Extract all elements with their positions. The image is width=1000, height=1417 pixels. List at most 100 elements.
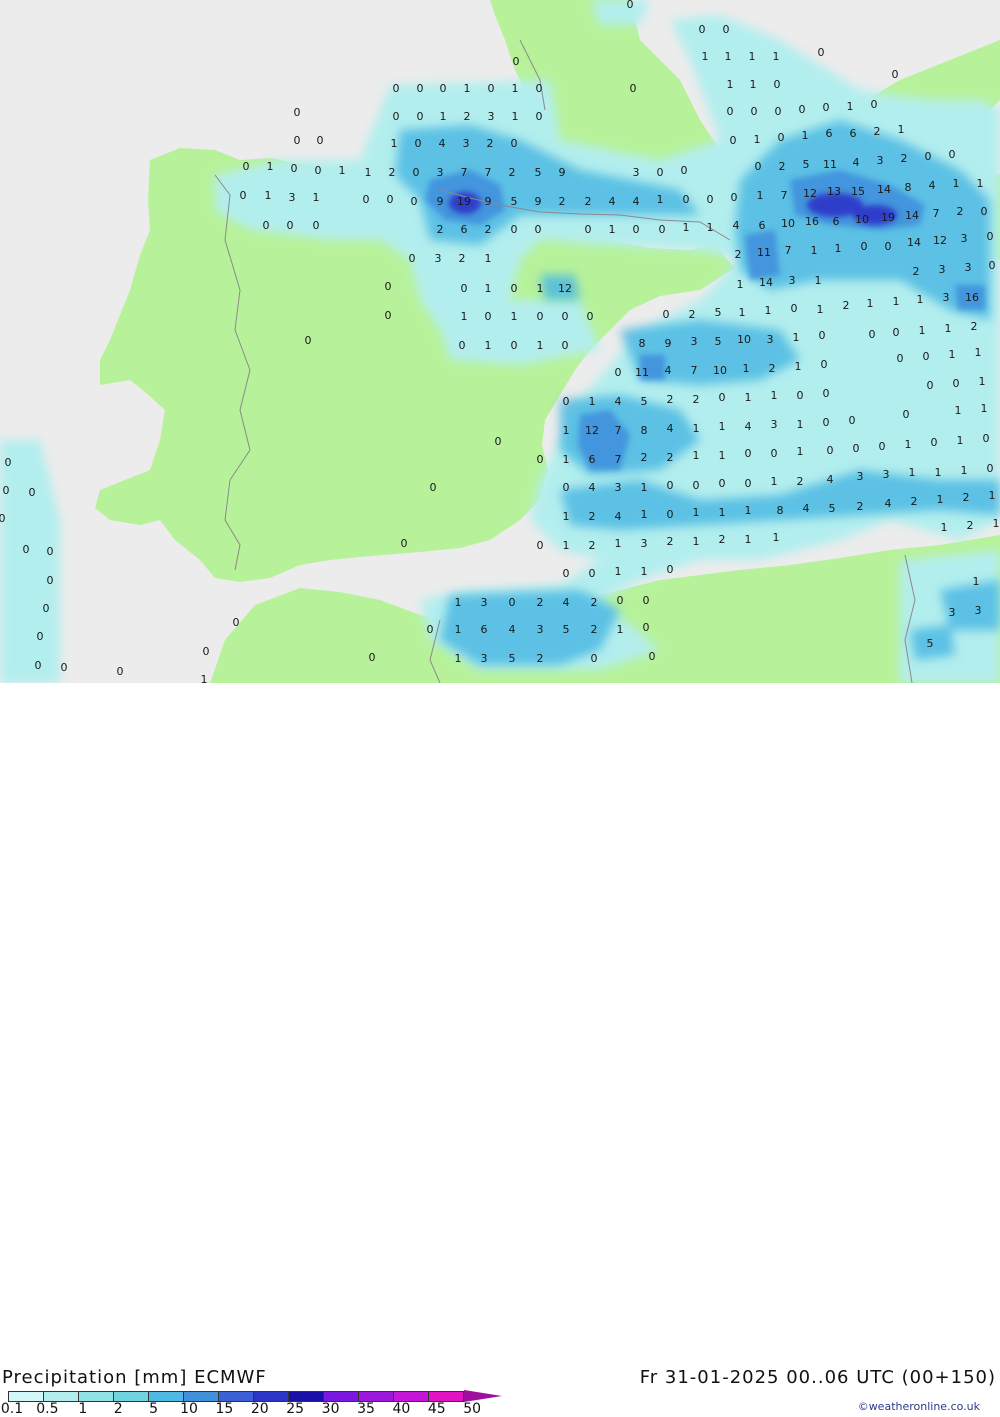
legend-label: 25 [286,1401,305,1417]
precip-value: 2 [437,223,444,236]
precip-value: 1 [719,420,726,433]
precip-value: 2 [591,596,598,609]
precip-value: 0 [923,350,930,363]
precip-value: 4 [609,195,616,208]
map-canvas: 00 01 1 1 1 0001 1 00 0 0 1 0 1 0 00 0 0 0 0 1 00 0 0 1 2 3 1 00 0 1 0… [0,0,1000,683]
precip-value: 0 [61,661,68,674]
precip-value: 1 [797,418,804,431]
precip-value: 0 [563,567,570,580]
precip-value: 0 [263,219,270,232]
precip-value: 0 [861,240,868,253]
precip-value: 10 [855,213,869,226]
precip-value: 1 [727,78,734,91]
precip-value: 7 [461,166,468,179]
precip-value: 0 [591,652,598,665]
precip-value: 0 [291,162,298,175]
precip-value: 1 [455,596,462,609]
precip-value: 1 [919,324,926,337]
precip-value: 0 [537,539,544,552]
legend-label: 20 [250,1401,269,1417]
precip-value: 0 [693,479,700,492]
precip-value: 1 [797,445,804,458]
precip-value: 4 [853,156,860,169]
precip-value: 7 [691,364,698,377]
precip-value: 0 [699,23,706,36]
precip-value: 0 [536,82,543,95]
precip-value: 3 [939,263,946,276]
precip-value: 6 [481,623,488,636]
precip-value: 6 [461,223,468,236]
precip-value: 3 [641,537,648,550]
precip-value: 0 [925,150,932,163]
legend-labels: 0.1 0.5 1 2 5 10 15 20 25 30 35 40 45 50 [0,1401,520,1417]
legend-label: 35 [357,1401,375,1417]
precip-value: 12 [803,187,817,200]
precip-value: 11 [635,366,649,379]
precip-value: 0 [488,82,495,95]
precip-value: 0 [823,387,830,400]
precip-value: 10 [713,364,727,377]
precip-value: 1 [641,508,648,521]
precip-value: 3 [289,191,296,204]
precip-value: 1 [957,434,964,447]
precip-value: 3 [965,261,972,274]
precip-value: 0 [393,82,400,95]
precip-value: 0 [778,131,785,144]
precip-value: 3 [615,481,622,494]
precip-value: 3 [488,110,495,123]
precip-value: 1 [795,360,802,373]
precip-value: 0 [511,282,518,295]
precip-value: 9 [535,195,542,208]
precip-value: 2 [389,166,396,179]
precipitation-map[interactable]: 0001111000110000101000000010000123100010… [0,0,1000,683]
precip-value: 0 [243,160,250,173]
precip-value: 0 [203,645,210,658]
precip-value: 0 [587,310,594,323]
precip-value: 1 [707,221,714,234]
precip-value: 7 [781,189,788,202]
precip-value: 2 [487,137,494,150]
precip-value: 14 [905,209,919,222]
precip-value: 3 [767,333,774,346]
precip-value: 1 [657,193,664,206]
precip-value: 19 [457,195,471,208]
precip-value: 5 [715,335,722,348]
precip-value: 0 [385,309,392,322]
precip-value: 1 [719,449,726,462]
precip-value: 0 [589,567,596,580]
precip-value: 1 [737,278,744,291]
precip-value: 1 [909,466,916,479]
precip-value: 1 [754,133,761,146]
precip-value: 1 [745,533,752,546]
legend-label: 5 [149,1401,159,1417]
precip-value: 12 [933,234,947,247]
precip-value: 0 [823,416,830,429]
precip-value: 0 [630,82,637,95]
precip-value: 1 [975,346,982,359]
precip-value: 11 [823,158,837,171]
precip-value: 0 [727,105,734,118]
precip-value: 0 [827,444,834,457]
precip-value: 0 [47,574,54,587]
precip-value: 0 [317,134,324,147]
legend-label: 15 [215,1401,234,1417]
precip-value: 1 [977,177,984,190]
precip-value: 2 [591,623,598,636]
precip-value: 1 [313,191,320,204]
precip-value: 0 [903,408,910,421]
precip-value: 1 [815,274,822,287]
precip-value: 1 [817,303,824,316]
precip-value: 5 [803,158,810,171]
precip-value: 0 [615,366,622,379]
precip-value: 1 [609,223,616,236]
precip-value: 6 [850,127,857,140]
precip-value: 1 [615,537,622,550]
credit-link[interactable]: ©weatheronline.co.uk [858,1400,980,1413]
precip-value: 1 [615,565,622,578]
precip-value: 0 [369,651,376,664]
precip-value: 1 [641,481,648,494]
precip-value: 1 [719,506,726,519]
precip-value: 1 [835,242,842,255]
precip-value: 1 [749,50,756,63]
precip-value: 2 [957,205,964,218]
